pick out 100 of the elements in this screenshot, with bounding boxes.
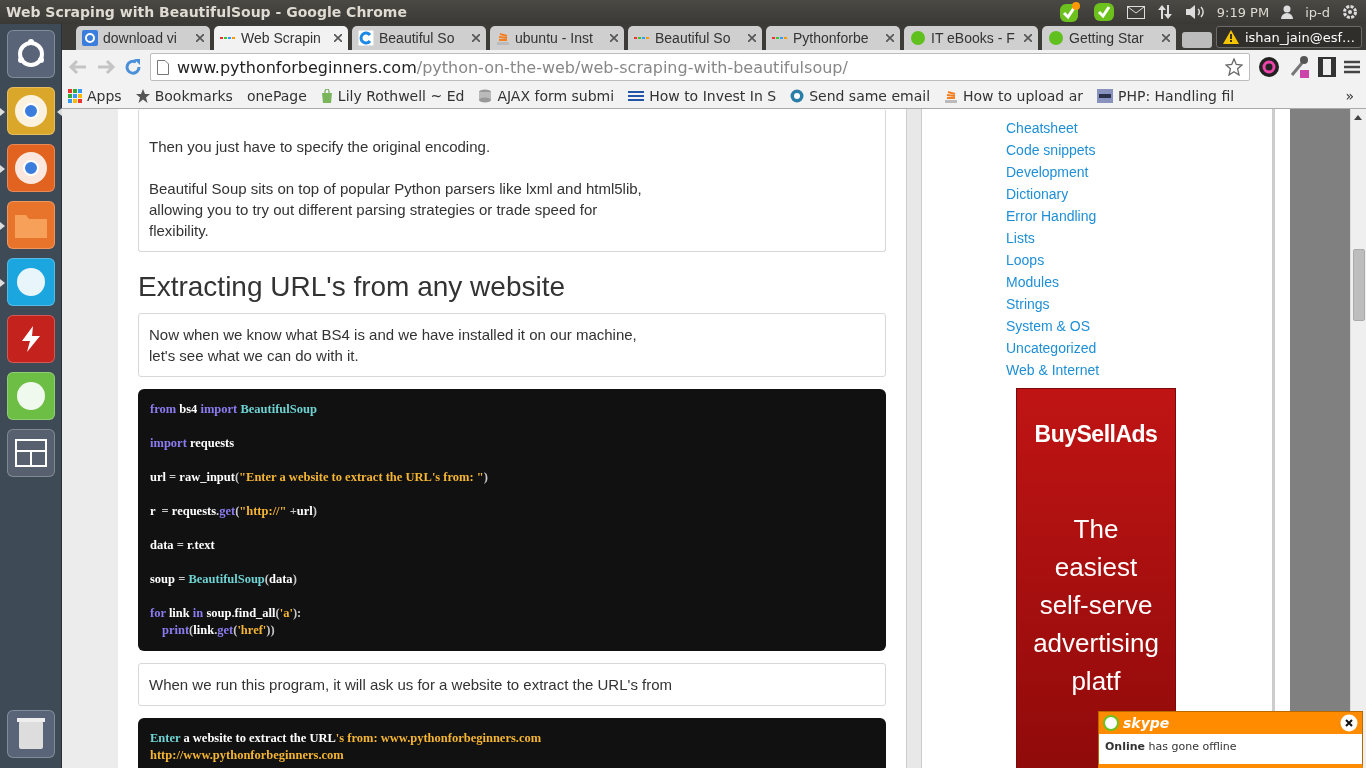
- output-line: Enter a website to extract the URL's from: www.pythonforbeginners.com: [150, 730, 543, 747]
- film-strip-icon[interactable]: [1318, 57, 1336, 77]
- dots-favicon-icon: [220, 35, 236, 41]
- settings-icon[interactable]: [1342, 4, 1358, 20]
- dots-favicon-icon: [772, 35, 788, 41]
- dots-favicon-icon: [634, 35, 650, 41]
- close-icon[interactable]: [1340, 714, 1358, 732]
- app-launcher-icon[interactable]: [6, 87, 55, 135]
- mail-icon[interactable]: [1126, 5, 1145, 19]
- app-launcher-icon[interactable]: [6, 258, 55, 306]
- bookmark-item[interactable]: Bookmarks: [135, 88, 233, 104]
- category-link[interactable]: Uncategorized: [1006, 337, 1272, 359]
- code-line: print(link.get('href')): [161, 622, 276, 639]
- menu-icon[interactable]: [1344, 60, 1360, 74]
- close-icon[interactable]: [334, 34, 342, 42]
- category-link[interactable]: Strings: [1006, 293, 1272, 315]
- circle-icon: [790, 89, 805, 103]
- bookmark-item[interactable]: AJAX form submi: [478, 88, 615, 104]
- bag-icon: [320, 89, 333, 103]
- category-link[interactable]: Modules: [1006, 271, 1272, 293]
- category-link[interactable]: Cheatsheet: [1006, 117, 1272, 139]
- category-link[interactable]: Web & Internet: [1006, 359, 1272, 381]
- app-launcher-icon[interactable]: [6, 372, 55, 420]
- scroll-up-icon[interactable]: [1354, 115, 1362, 120]
- bookmark-item[interactable]: Apps: [68, 88, 122, 104]
- more-bookmarks-button[interactable]: »: [1345, 88, 1354, 104]
- window-title: Web Scraping with BeautifulSoup - Google Chrome: [6, 4, 408, 20]
- ball-favicon-icon: [1048, 30, 1064, 46]
- paragraph: Beautiful Soup sits on top of popular Python parsers like lxml and html5lib, allowing you to try out different parsing strategies or trade speed for flexibility.: [149, 179, 643, 241]
- code-line: import requests: [150, 435, 236, 452]
- bookmark-item[interactable]: onePage: [246, 88, 307, 104]
- app-launcher-icon[interactable]: [6, 315, 55, 363]
- star-icon: [135, 89, 150, 103]
- ad-text: easiest: [1054, 551, 1138, 584]
- category-link[interactable]: Development: [1006, 161, 1272, 183]
- category-link[interactable]: Dictionary: [1006, 183, 1272, 205]
- app-launcher-icon[interactable]: [6, 429, 55, 477]
- trash-icon[interactable]: [6, 710, 55, 758]
- browser-tab[interactable]: Pythonforbe: [766, 26, 900, 50]
- code-line: soup = BeautifulSoup(data): [150, 571, 298, 588]
- app-launcher-icon[interactable]: [6, 144, 55, 192]
- output-line: http://www.pythonforbeginners.com: [150, 747, 345, 764]
- user-icon[interactable]: [1281, 5, 1294, 19]
- ad-logo: BuySellAds: [1034, 421, 1158, 448]
- profile-button[interactable]: ishan_jain@esf…: [1215, 26, 1362, 48]
- stack-favicon-icon: [944, 88, 959, 104]
- category-link[interactable]: Lists: [1006, 227, 1272, 249]
- user-name[interactable]: ip-d: [1305, 4, 1330, 20]
- browser-tab[interactable]: Beautiful So: [628, 26, 762, 50]
- lens-icon[interactable]: [1258, 56, 1280, 78]
- browser-tab[interactable]: IT eBooks - F: [904, 26, 1038, 50]
- volume-icon[interactable]: [1184, 4, 1205, 20]
- browser-tab[interactable]: Web Scrapin: [214, 26, 348, 50]
- grid-icon: [68, 89, 82, 103]
- paragraph: Then you just have to specify the original encoding.: [149, 137, 492, 157]
- eyedropper-icon[interactable]: [1288, 55, 1310, 79]
- code-line: r = requests.get("http://" +url): [150, 503, 318, 520]
- code-line: from bs4 import BeautifulSoup: [150, 401, 318, 418]
- page-icon: [157, 59, 169, 75]
- paragraph: When we run this program, it will ask us for a website to extract the URL's from: [138, 663, 886, 706]
- scroll-thumb[interactable]: [1353, 249, 1365, 321]
- category-link[interactable]: Error Handling: [1006, 205, 1272, 227]
- category-link[interactable]: Code snippets: [1006, 139, 1272, 161]
- bookmark-item[interactable]: Lily Rothwell ~ Ed: [320, 88, 465, 104]
- bookmark-item[interactable]: Send same email: [790, 88, 931, 104]
- reload-icon[interactable]: [124, 58, 142, 76]
- address-field[interactable]: www.pythonforbeginners.com/python-on-the-web/web-scraping-with-beautifulsoup/: [150, 53, 1250, 81]
- lines-icon: [628, 90, 645, 102]
- chat-bubble-icon: [1103, 715, 1119, 731]
- clock-time[interactable]: 9:19 PM: [1216, 4, 1270, 20]
- star-icon[interactable]: [1225, 58, 1243, 76]
- app-launcher-icon[interactable]: [6, 30, 55, 78]
- square-favicon-icon: [82, 30, 98, 46]
- bookmark-item[interactable]: How to upload ar: [944, 88, 1083, 104]
- code-line: for link in soup.find_all('a'):: [150, 605, 303, 622]
- network-arrows-icon[interactable]: [1156, 4, 1173, 20]
- ball-favicon-icon: [910, 30, 926, 46]
- php-badge-icon: [1097, 89, 1113, 103]
- bookmark-item[interactable]: How to Invest In S: [628, 88, 777, 104]
- code-line: data = r.text: [150, 537, 216, 554]
- app-name: skype: [1123, 715, 1170, 731]
- browser-tab[interactable]: ubuntu - Inst: [490, 26, 624, 50]
- ad-text: advertising: [1033, 627, 1159, 660]
- stack-favicon-icon: [496, 30, 510, 46]
- ad-text: platf: [1071, 665, 1121, 698]
- scrollbar[interactable]: [1350, 109, 1366, 768]
- code-line: url = raw_input("Enter a website to extract the URL's from: "): [150, 469, 489, 486]
- app-launcher-icon[interactable]: [6, 201, 55, 249]
- ad-text: self-serve: [1039, 589, 1153, 622]
- ad-text: The: [1073, 513, 1119, 546]
- ring-favicon-icon: [358, 30, 374, 46]
- browser-tab[interactable]: Getting Star: [1042, 26, 1176, 50]
- chat-check-icon[interactable]: [1092, 2, 1115, 22]
- category-link[interactable]: System & OS: [1006, 315, 1272, 337]
- category-link[interactable]: Loops: [1006, 249, 1272, 271]
- browser-tab[interactable]: download vi: [76, 26, 210, 50]
- paragraph: Now when we know what BS4 is and we have installed it on our machine, let's see what we can do with it.: [138, 313, 886, 377]
- chat-check-icon[interactable]: [1058, 1, 1081, 23]
- browser-tab[interactable]: Beautiful So: [352, 26, 486, 50]
- bookmark-item[interactable]: PHP: Handling fil: [1097, 88, 1235, 104]
